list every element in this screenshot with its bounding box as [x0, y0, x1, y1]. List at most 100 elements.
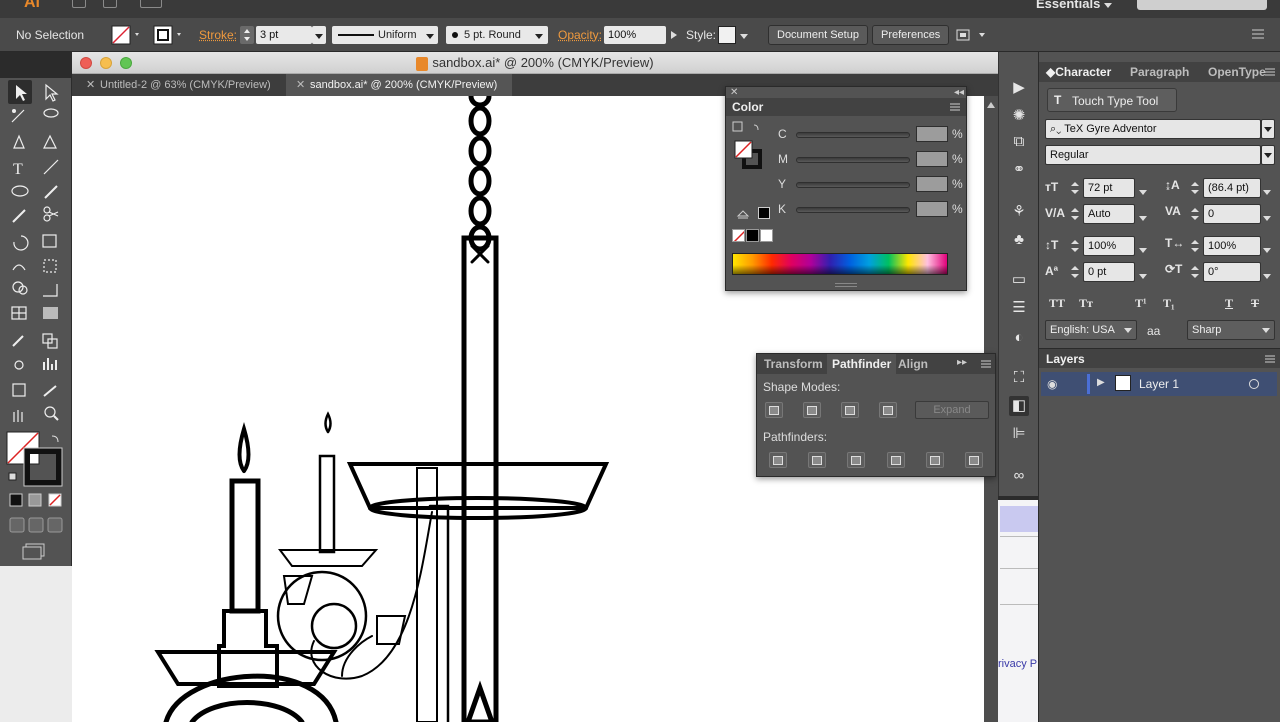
- rotate-tool[interactable]: [8, 230, 32, 254]
- language-dropdown[interactable]: English: USA: [1045, 320, 1137, 340]
- paintbrush-tool[interactable]: [38, 182, 62, 206]
- crop-button[interactable]: [887, 452, 905, 468]
- close-tab-icon[interactable]: ✕: [296, 74, 305, 96]
- graphic-style-swatch[interactable]: [718, 26, 736, 44]
- divide-button[interactable]: [769, 452, 787, 468]
- tab-untitled-2[interactable]: ✕ Untitled-2 @ 63% (CMYK/Preview): [76, 74, 282, 96]
- pen-tool[interactable]: [8, 132, 32, 156]
- collapse-panel-icon[interactable]: ◂◂: [954, 87, 964, 98]
- tab-character[interactable]: ◆Character: [1041, 65, 1116, 79]
- font-family-field[interactable]: ⌕⌄ TeX Gyre Adventor: [1045, 119, 1261, 139]
- graphic-style-dropdown[interactable]: [740, 26, 752, 44]
- magic-wand-tool[interactable]: [8, 106, 32, 130]
- magenta-field[interactable]: [916, 151, 948, 167]
- trim-button[interactable]: [808, 452, 826, 468]
- magenta-slider[interactable]: [796, 157, 910, 163]
- curvature-tool[interactable]: [38, 132, 62, 156]
- last-color-swatch[interactable]: [758, 207, 770, 219]
- vertical-scale-dropdown[interactable]: [1139, 242, 1147, 256]
- creative-cloud-icon[interactable]: ∞: [1009, 466, 1029, 486]
- opacity-slider-toggle[interactable]: [668, 26, 680, 44]
- variable-width-profile-dropdown[interactable]: Uniform: [332, 26, 438, 44]
- ellipse-tool[interactable]: [8, 182, 32, 206]
- minus-back-button[interactable]: [965, 452, 983, 468]
- unite-button[interactable]: [765, 402, 783, 418]
- workspace-switcher[interactable]: Essentials: [1036, 0, 1112, 11]
- hand-tool[interactable]: [8, 402, 32, 426]
- artboards-icon[interactable]: ⧉: [1009, 132, 1029, 152]
- kerning-field[interactable]: Auto: [1083, 204, 1135, 224]
- links-icon[interactable]: ⚭: [1009, 160, 1029, 180]
- pathfinder-panel-icon[interactable]: ◧: [1009, 396, 1029, 416]
- horizontal-scale-field[interactable]: 100%: [1203, 236, 1261, 256]
- character-rotation-stepper[interactable]: [1189, 262, 1201, 282]
- tab-sandbox[interactable]: ✕ sandbox.ai* @ 200% (CMYK/Preview): [286, 74, 512, 96]
- layer-row[interactable]: ◉ ▶ Layer 1: [1041, 372, 1277, 396]
- minus-front-button[interactable]: [803, 402, 821, 418]
- column-graph-tool[interactable]: [38, 354, 62, 378]
- superscript-icon[interactable]: T¹: [1135, 296, 1147, 311]
- symbol-sprayer-tool[interactable]: [8, 354, 32, 378]
- color-mode-button[interactable]: [9, 493, 23, 507]
- preferences-button[interactable]: Preferences: [872, 25, 949, 45]
- stroke-swatch[interactable]: [152, 25, 186, 45]
- panel-menu-icon[interactable]: [948, 101, 962, 113]
- leading-stepper[interactable]: [1189, 178, 1201, 198]
- mesh-tool[interactable]: [8, 304, 32, 328]
- layers-panel-title[interactable]: Layers: [1041, 352, 1090, 366]
- stroke-weight-field[interactable]: 3 pt: [256, 26, 312, 44]
- libraries-icon[interactable]: ⚘: [1009, 202, 1029, 222]
- baseline-shift-dropdown[interactable]: [1139, 268, 1147, 282]
- selection-tool[interactable]: [8, 80, 32, 104]
- vertical-scale-field[interactable]: 100%: [1083, 236, 1135, 256]
- baseline-shift-field[interactable]: 0 pt: [1083, 262, 1135, 282]
- direct-selection-tool[interactable]: [38, 80, 62, 104]
- gpu-performance-icon[interactable]: [186, 0, 202, 8]
- tracking-dropdown[interactable]: [1263, 210, 1271, 224]
- privacy-link[interactable]: rivacy P: [998, 658, 1037, 670]
- default-fill-stroke-icon[interactable]: [8, 472, 18, 482]
- eye-icon[interactable]: ◉: [1047, 377, 1057, 391]
- brushes-icon[interactable]: ✺: [1009, 106, 1029, 126]
- panel-menu-icon[interactable]: [1263, 66, 1277, 78]
- character-rotation-dropdown[interactable]: [1263, 268, 1271, 282]
- free-transform-tool[interactable]: [38, 256, 62, 280]
- yellow-field[interactable]: [916, 176, 948, 192]
- fill-swatch[interactable]: [110, 25, 144, 45]
- align-panel-icon[interactable]: ⊫: [1009, 424, 1029, 444]
- font-family-dropdown[interactable]: [1261, 119, 1275, 139]
- draw-normal-button[interactable]: [9, 517, 25, 533]
- scissors-tool[interactable]: [38, 206, 62, 230]
- exclude-button[interactable]: [879, 402, 897, 418]
- stock-icon[interactable]: [103, 0, 117, 8]
- draw-behind-button[interactable]: [28, 517, 44, 533]
- white-swatch[interactable]: [760, 229, 773, 242]
- arrange-documents-icon[interactable]: [140, 0, 162, 8]
- gradient-mode-button[interactable]: [28, 493, 42, 507]
- bridge-icon[interactable]: [72, 0, 86, 8]
- panel-resize-grip[interactable]: [835, 283, 857, 287]
- close-tab-icon[interactable]: ✕: [86, 74, 95, 96]
- close-window-button[interactable]: [80, 57, 92, 69]
- brush-definition-dropdown[interactable]: 5 pt. Round: [446, 26, 548, 44]
- anti-aliasing-dropdown[interactable]: Sharp: [1187, 320, 1275, 340]
- font-size-dropdown[interactable]: [1139, 184, 1147, 198]
- document-setup-button[interactable]: Document Setup: [768, 25, 868, 45]
- baseline-shift-stepper[interactable]: [1069, 262, 1081, 282]
- tracking-stepper[interactable]: [1189, 204, 1201, 224]
- symbols-icon[interactable]: ♣: [1009, 230, 1029, 250]
- font-style-dropdown[interactable]: [1261, 145, 1275, 165]
- perspective-grid-tool[interactable]: [38, 280, 62, 304]
- all-caps-icon[interactable]: TT: [1049, 296, 1065, 311]
- shape-builder-tool[interactable]: [8, 280, 32, 304]
- control-panel-menu-icon[interactable]: [1250, 27, 1266, 41]
- gradient-tool[interactable]: [38, 304, 62, 328]
- cyan-slider[interactable]: [796, 132, 910, 138]
- tracking-field[interactable]: 0: [1203, 204, 1261, 224]
- underline-icon[interactable]: T: [1225, 296, 1233, 311]
- stroke-weight-stepper[interactable]: [240, 26, 254, 44]
- transparency-icon[interactable]: ◐: [1009, 328, 1029, 348]
- stroke-panel-icon[interactable]: ☰: [1009, 298, 1029, 318]
- transform-panel-icon[interactable]: ⛶: [1009, 368, 1029, 388]
- out-of-gamut-icon[interactable]: [736, 209, 750, 221]
